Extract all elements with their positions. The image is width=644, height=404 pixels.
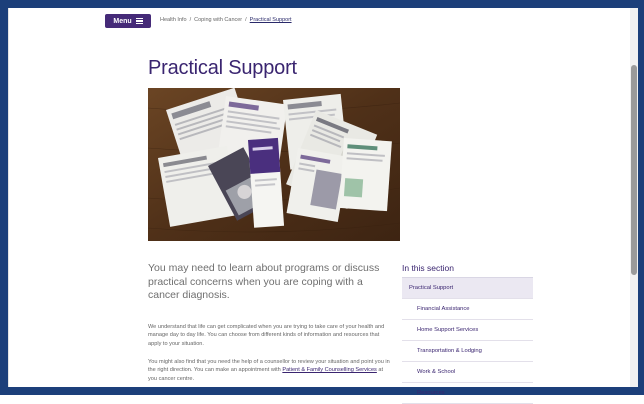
window-frame-top bbox=[0, 0, 644, 8]
menu-button[interactable]: Menu bbox=[105, 14, 151, 28]
section-nav-item-work-school[interactable]: Work & School bbox=[402, 362, 533, 383]
section-nav: Practical Support Financial Assistance H… bbox=[402, 277, 533, 404]
page-title: Practical Support bbox=[148, 57, 297, 79]
section-nav-item-practical-support[interactable]: Practical Support bbox=[402, 278, 533, 299]
breadcrumb-coping-with-cancer[interactable]: Coping with Cancer bbox=[194, 17, 242, 23]
scrollbar-thumb[interactable] bbox=[631, 65, 637, 275]
lead-text: You may need to learn about programs or … bbox=[148, 262, 380, 301]
breadcrumb-separator: / bbox=[189, 17, 192, 23]
section-nav-item-financial-assistance[interactable]: Financial Assistance bbox=[402, 299, 533, 320]
window-frame-bottom bbox=[0, 387, 644, 395]
window-frame-right bbox=[638, 0, 644, 395]
section-nav-title: In this section bbox=[402, 263, 454, 273]
hamburger-icon bbox=[135, 18, 143, 24]
breadcrumb-current-page[interactable]: Practical Support bbox=[250, 17, 292, 23]
section-nav-item-resources[interactable]: Resources bbox=[402, 383, 533, 404]
hero-photo bbox=[148, 88, 400, 241]
section-nav-item-transportation-lodging[interactable]: Transportation & Lodging bbox=[402, 341, 533, 362]
breadcrumb: Health Info / Coping with Cancer / Practical… bbox=[160, 17, 292, 23]
menu-button-label: Menu bbox=[113, 17, 132, 25]
section-nav-item-home-support-services[interactable]: Home Support Services bbox=[402, 320, 533, 341]
body-paragraph: We understand that life can get complica… bbox=[148, 324, 385, 347]
body-paragraph: You might also find that you need the he… bbox=[148, 358, 391, 383]
breadcrumb-separator: / bbox=[245, 17, 247, 23]
breadcrumb-health-info[interactable]: Health Info bbox=[160, 17, 187, 23]
counselling-services-link[interactable]: Patient & Family Counselling Services bbox=[282, 367, 377, 373]
window-frame-left bbox=[0, 0, 8, 395]
